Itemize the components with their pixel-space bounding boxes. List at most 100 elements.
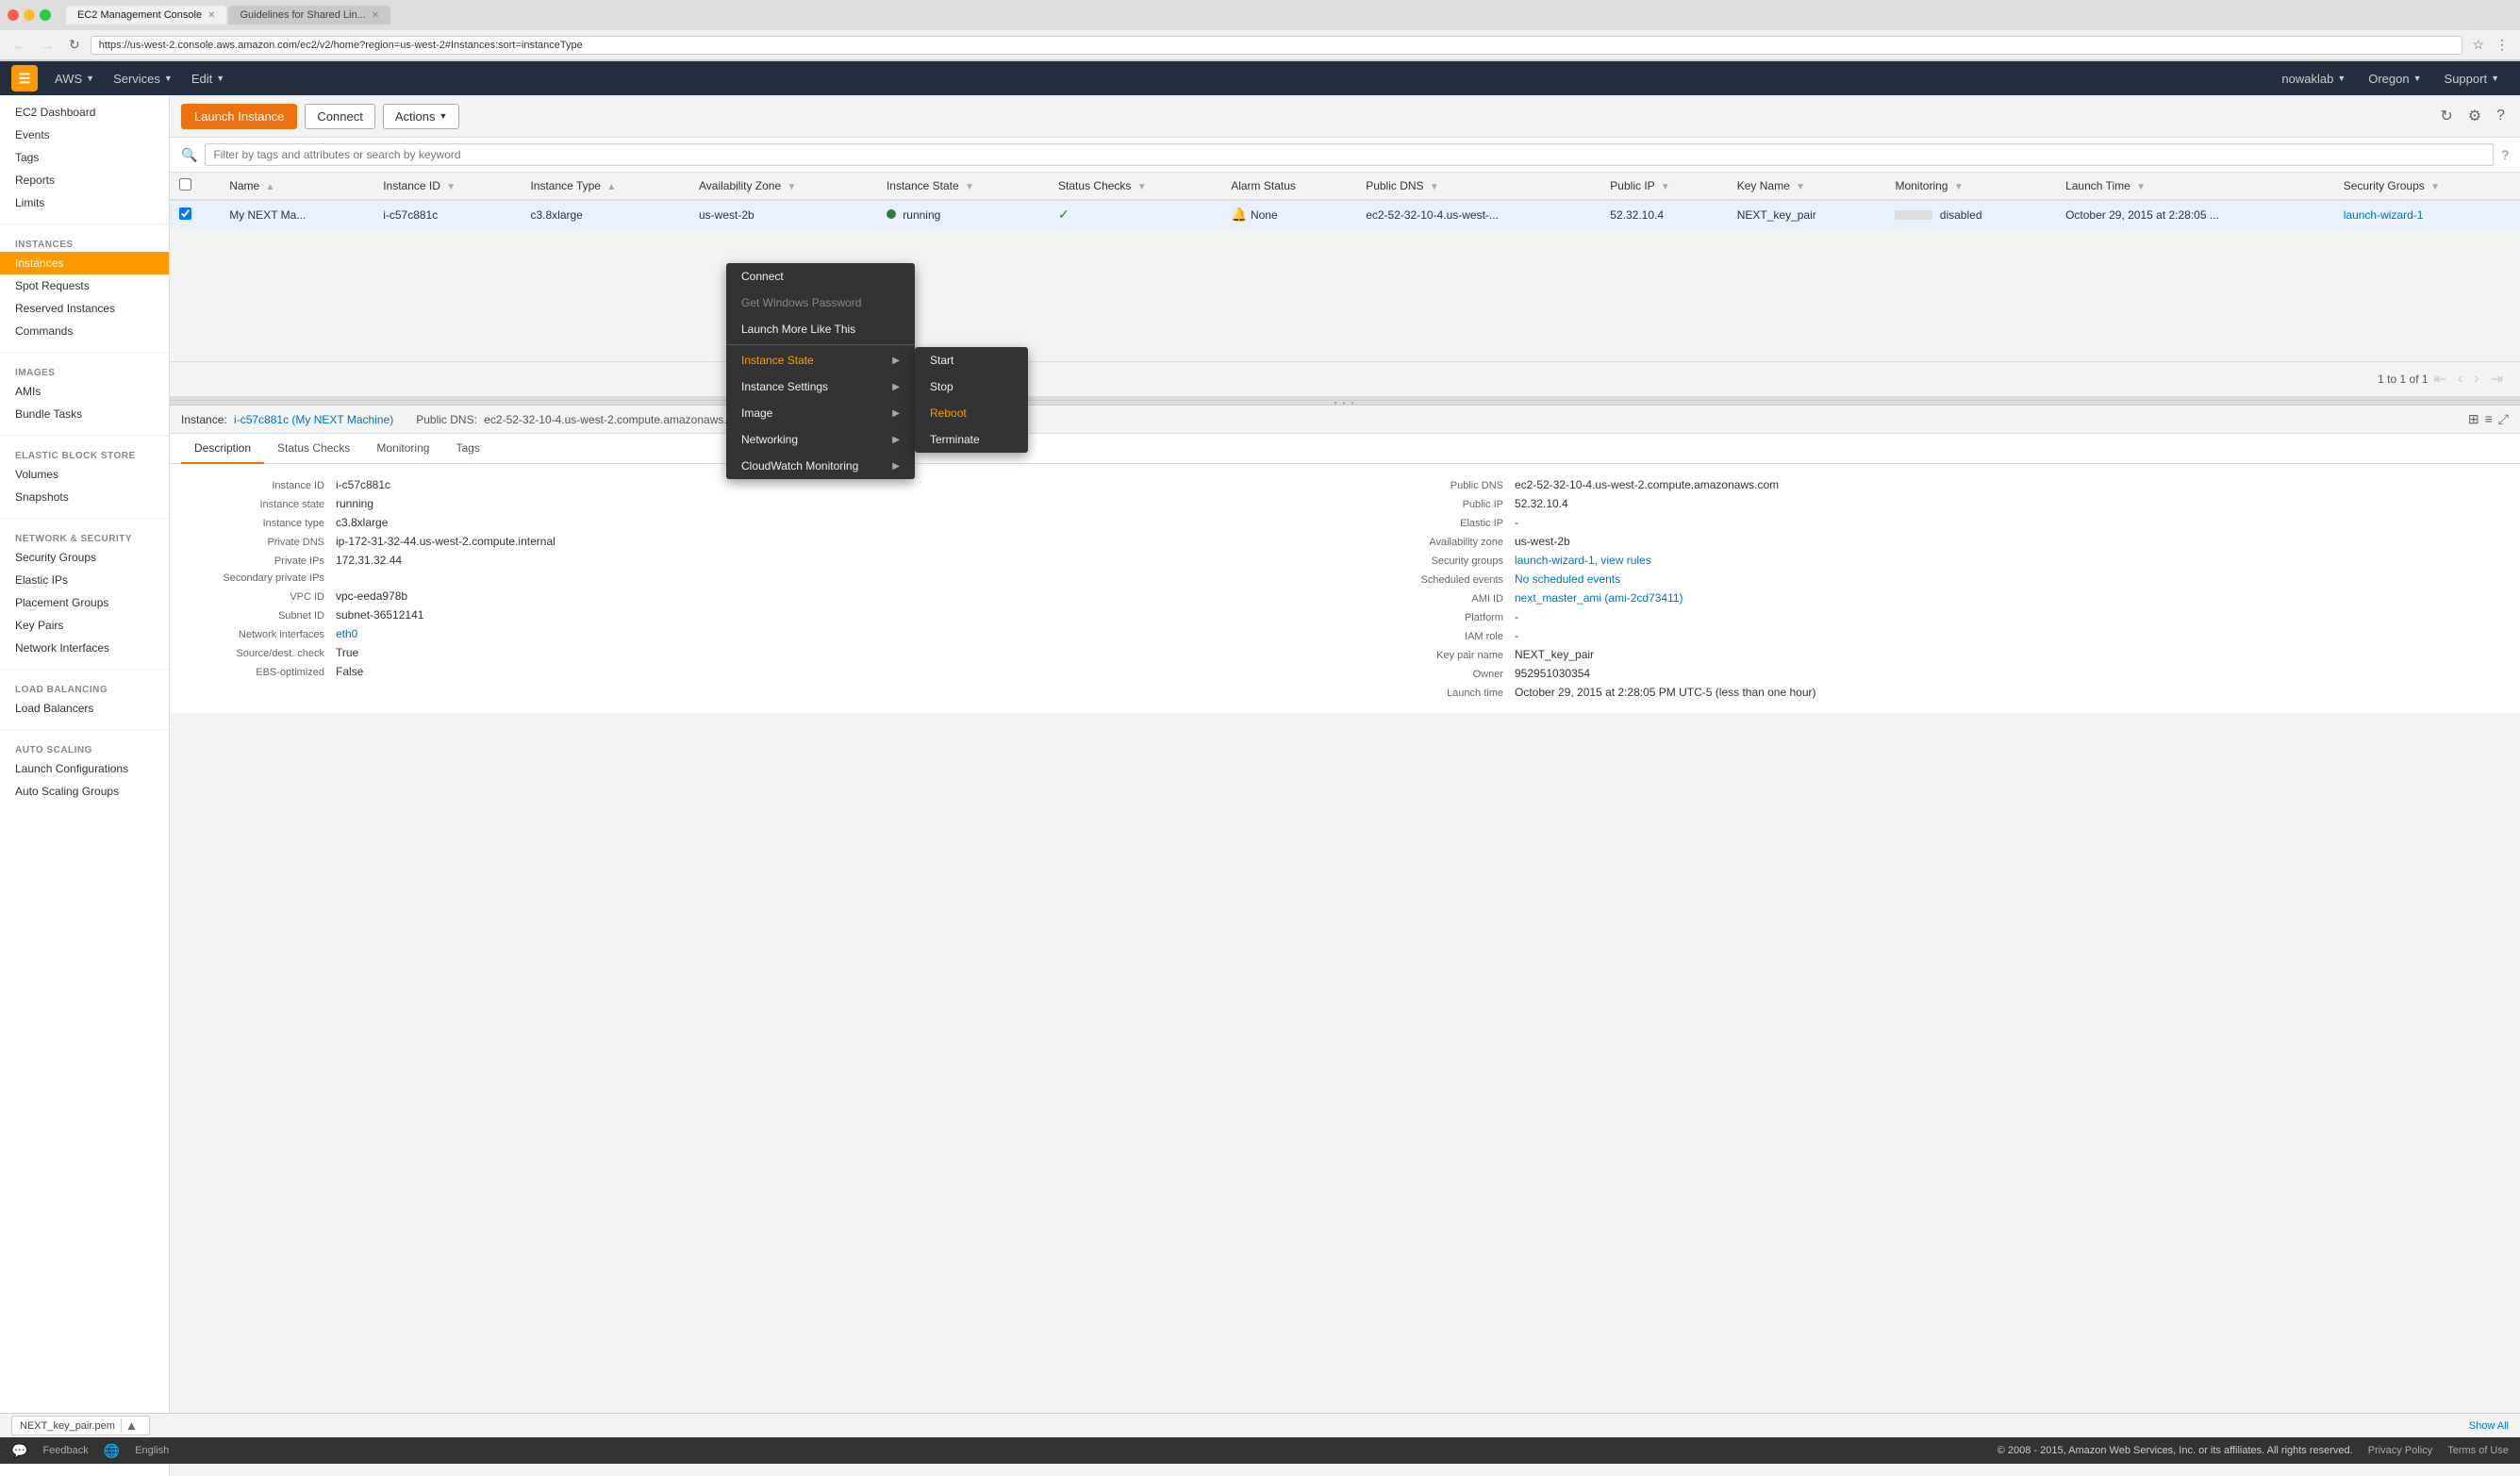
submenu-stop[interactable]: Stop [915, 373, 1028, 400]
account-menu[interactable]: nowaklab ▼ [2272, 66, 2355, 91]
sidebar-item-load-balancers[interactable]: Load Balancers [0, 697, 169, 720]
search-help-icon[interactable]: ? [2501, 147, 2509, 162]
submenu-reboot[interactable]: Reboot [915, 400, 1028, 426]
sidebar-item-reports[interactable]: Reports [0, 169, 169, 191]
sidebar-item-amis[interactable]: AMIs [0, 380, 169, 403]
edit-menu[interactable]: Edit ▼ [182, 66, 234, 91]
sidebar-network-section: NETWORK & SECURITY Security Groups Elast… [0, 522, 169, 665]
pagination-next-button[interactable]: › [2468, 369, 2484, 390]
detail-expand-icon[interactable]: ⤢ [2498, 411, 2509, 427]
refresh-instances-button[interactable]: ↻ [2436, 103, 2456, 129]
close-dot[interactable] [8, 9, 19, 21]
col-header-public-ip[interactable]: Public IP ▼ [1600, 173, 1727, 200]
submenu-terminate[interactable]: Terminate [915, 426, 1028, 453]
pagination-prev-button[interactable]: ‹ [2452, 369, 2468, 390]
region-menu[interactable]: Oregon ▼ [2359, 66, 2430, 91]
context-menu-image[interactable]: Image ▶ [726, 400, 915, 426]
sidebar-item-instances[interactable]: Instances [0, 252, 169, 274]
sidebar-item-tags[interactable]: Tags [0, 146, 169, 169]
settings-icon[interactable]: ⋮ [2492, 35, 2512, 55]
sidebar-item-network-interfaces[interactable]: Network Interfaces [0, 637, 169, 659]
forward-button[interactable]: → [36, 36, 58, 55]
refresh-button[interactable]: ↻ [64, 35, 85, 55]
privacy-policy-link[interactable]: Privacy Policy [2368, 1445, 2432, 1456]
sidebar-item-snapshots[interactable]: Snapshots [0, 486, 169, 508]
url-bar[interactable] [91, 36, 2463, 55]
sidebar-item-spot-requests[interactable]: Spot Requests [0, 274, 169, 297]
col-header-monitoring[interactable]: Monitoring ▼ [1885, 173, 2056, 200]
sidebar-item-bundle-tasks[interactable]: Bundle Tasks [0, 403, 169, 425]
sidebar-item-key-pairs[interactable]: Key Pairs [0, 614, 169, 637]
row-checkbox[interactable] [170, 200, 220, 229]
sidebar-item-commands[interactable]: Commands [0, 320, 169, 342]
submenu-start[interactable]: Start [915, 347, 1028, 373]
pagination-first-button[interactable]: ⇤ [2429, 368, 2452, 390]
col-header-alarm[interactable]: Alarm Status [1221, 173, 1356, 200]
actions-button[interactable]: Actions ▼ [383, 104, 460, 129]
browser-tab-2[interactable]: Guidelines for Shared Lin... ✕ [228, 6, 390, 25]
browser-tab-1-close[interactable]: ✕ [207, 10, 215, 21]
col-header-security-groups[interactable]: Security Groups ▼ [2334, 173, 2520, 200]
value-scheduled-events[interactable]: No scheduled events [1515, 572, 1620, 586]
tab-tags[interactable]: Tags [442, 434, 492, 464]
settings-button[interactable]: ⚙ [2464, 103, 2485, 129]
launch-instance-button[interactable]: Launch Instance [181, 104, 297, 129]
back-button[interactable]: ← [8, 36, 30, 55]
col-header-public-dns[interactable]: Public DNS ▼ [1356, 173, 1600, 200]
sidebar-item-volumes[interactable]: Volumes [0, 463, 169, 486]
tab-description[interactable]: Description [181, 434, 264, 464]
sidebar-item-auto-scaling-groups[interactable]: Auto Scaling Groups [0, 780, 169, 803]
context-menu-instance-state[interactable]: Instance State ▶ Start Stop Reboot Termi… [726, 347, 915, 373]
col-header-launch-time[interactable]: Launch Time ▼ [2056, 173, 2334, 200]
instances-table-wrapper: Name ▲ Instance ID ▼ Instance Type ▲ Ava… [170, 173, 2520, 361]
bookmark-icon[interactable]: ☆ [2468, 35, 2488, 55]
table-row[interactable]: My NEXT Ma... i-c57c881c c3.8xlarge us-w… [170, 200, 2520, 229]
detail-list-icon[interactable]: ≡ [2485, 411, 2493, 427]
context-menu-instance-settings[interactable]: Instance Settings ▶ [726, 373, 915, 400]
value-network-interfaces[interactable]: eth0 [336, 627, 357, 640]
col-header-instance-type[interactable]: Instance Type ▲ [521, 173, 689, 200]
col-header-state[interactable]: Instance State ▼ [877, 173, 1049, 200]
minimize-dot[interactable] [24, 9, 35, 21]
context-menu-connect[interactable]: Connect [726, 263, 915, 290]
services-menu[interactable]: Services ▼ [104, 66, 182, 91]
sidebar-item-launch-configurations[interactable]: Launch Configurations [0, 757, 169, 780]
connect-button[interactable]: Connect [305, 104, 374, 129]
feedback-link[interactable]: Feedback [42, 1445, 88, 1456]
browser-tab-1[interactable]: EC2 Management Console ✕ [66, 6, 226, 25]
sidebar-item-elastic-ips[interactable]: Elastic IPs [0, 569, 169, 591]
browser-tab-2-close[interactable]: ✕ [372, 10, 379, 21]
sidebar-item-reserved-instances[interactable]: Reserved Instances [0, 297, 169, 320]
context-menu-launch-more[interactable]: Launch More Like This [726, 316, 915, 342]
terms-of-use-link[interactable]: Terms of Use [2447, 1445, 2509, 1456]
show-all-button[interactable]: Show All [2469, 1420, 2509, 1432]
col-header-key-name[interactable]: Key Name ▼ [1728, 173, 1886, 200]
sidebar-item-limits[interactable]: Limits [0, 191, 169, 214]
search-input[interactable] [205, 143, 2494, 166]
value-security-groups[interactable]: launch-wizard-1, view rules [1515, 554, 1651, 567]
tab-monitoring[interactable]: Monitoring [363, 434, 442, 464]
sidebar-item-events[interactable]: Events [0, 124, 169, 146]
col-header-status-checks[interactable]: Status Checks ▼ [1049, 173, 1221, 200]
security-groups-link[interactable]: launch-wizard-1 [2344, 208, 2424, 222]
pagination-last-button[interactable]: ⇥ [2485, 368, 2509, 390]
detail-right-column: Public DNS ec2-52-32-10-4.us-west-2.comp… [1364, 475, 2505, 702]
download-dropdown-button[interactable]: ▲ [121, 1418, 141, 1433]
maximize-dot[interactable] [40, 9, 51, 21]
sidebar-item-placement-groups[interactable]: Placement Groups [0, 591, 169, 614]
select-all-checkbox[interactable] [170, 173, 220, 200]
tab-status-checks[interactable]: Status Checks [264, 434, 363, 464]
aws-label[interactable]: AWS ▼ [45, 66, 104, 91]
sidebar-item-security-groups[interactable]: Security Groups [0, 546, 169, 569]
col-header-instance-id[interactable]: Instance ID ▼ [373, 173, 521, 200]
sidebar-item-ec2-dashboard[interactable]: EC2 Dashboard [0, 101, 169, 124]
support-menu[interactable]: Support ▼ [2435, 66, 2509, 91]
detail-grid-icon[interactable]: ⊞ [2468, 411, 2479, 427]
language-link[interactable]: English [135, 1445, 169, 1456]
context-menu-networking[interactable]: Networking ▶ [726, 426, 915, 453]
col-header-name[interactable]: Name ▲ [220, 173, 373, 200]
value-ami-id[interactable]: next_master_ami (ami-2cd73411) [1515, 591, 1683, 605]
col-header-az[interactable]: Availability Zone ▼ [689, 173, 877, 200]
help-button[interactable]: ? [2493, 104, 2509, 128]
context-menu-cloudwatch[interactable]: CloudWatch Monitoring ▶ [726, 453, 915, 479]
